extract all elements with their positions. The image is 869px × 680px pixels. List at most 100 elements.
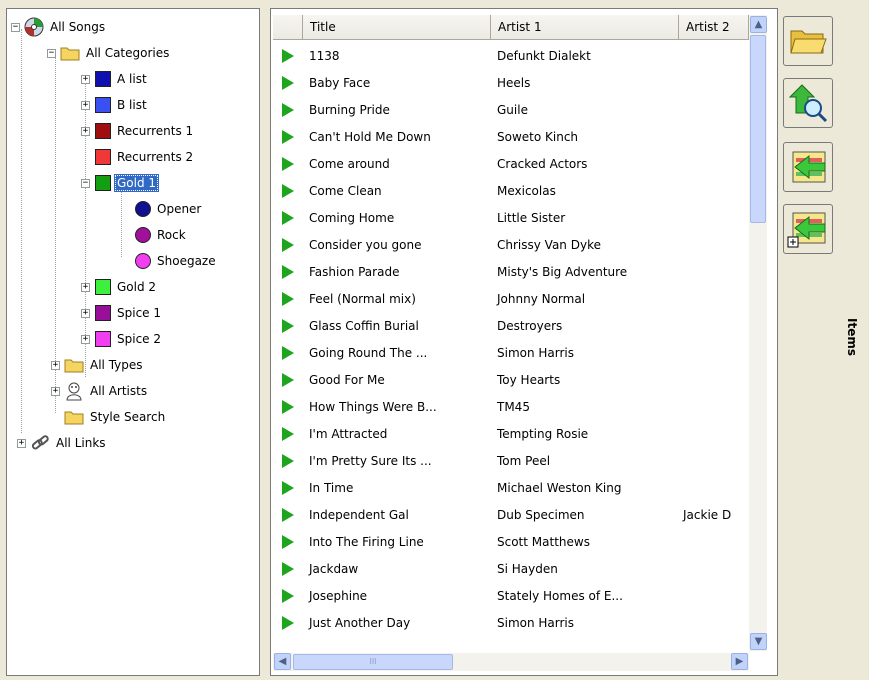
tree-node-all-artists[interactable]: + All Artists bbox=[51, 381, 150, 401]
play-icon[interactable] bbox=[282, 75, 294, 90]
play-icon[interactable] bbox=[282, 210, 294, 225]
play-cell[interactable] bbox=[273, 318, 303, 333]
vertical-scrollbar[interactable]: ▲ ▼ bbox=[749, 15, 767, 651]
add-items-button[interactable] bbox=[783, 142, 833, 192]
tree-node-category[interactable]: + Recurrents 1 bbox=[81, 121, 196, 141]
play-cell[interactable] bbox=[273, 453, 303, 468]
tree-node-category[interactable]: + Gold 2 bbox=[81, 277, 159, 297]
play-cell[interactable] bbox=[273, 75, 303, 90]
table-row[interactable]: Good For Me Toy Hearts bbox=[273, 366, 747, 393]
table-row[interactable]: Come Clean Mexicolas bbox=[273, 177, 747, 204]
table-row[interactable]: In Time Michael Weston King bbox=[273, 474, 747, 501]
expand-icon[interactable]: + bbox=[51, 386, 60, 396]
play-cell[interactable] bbox=[273, 345, 303, 360]
collapse-icon[interactable]: − bbox=[47, 48, 56, 58]
play-icon[interactable] bbox=[282, 156, 294, 171]
play-icon[interactable] bbox=[282, 345, 294, 360]
collapse-icon[interactable]: − bbox=[11, 22, 20, 32]
tree-node-subcategory[interactable]: Rock bbox=[135, 225, 189, 245]
play-icon[interactable] bbox=[282, 426, 294, 441]
play-icon[interactable] bbox=[282, 48, 294, 63]
scroll-down-button[interactable]: ▼ bbox=[750, 633, 767, 650]
collapse-icon[interactable]: − bbox=[81, 178, 90, 188]
table-row[interactable]: Consider you gone Chrissy Van Dyke bbox=[273, 231, 747, 258]
table-row[interactable]: Burning Pride Guile bbox=[273, 96, 747, 123]
table-row[interactable]: Into The Firing Line Scott Matthews bbox=[273, 528, 747, 555]
table-row[interactable]: Fashion Parade Misty's Big Adventure bbox=[273, 258, 747, 285]
table-row[interactable]: Baby Face Heels bbox=[273, 69, 747, 96]
play-cell[interactable] bbox=[273, 372, 303, 387]
play-icon[interactable] bbox=[282, 534, 294, 549]
table-row[interactable]: Coming Home Little Sister bbox=[273, 204, 747, 231]
tree-node-all-links[interactable]: + All Links bbox=[17, 433, 109, 453]
play-cell[interactable] bbox=[273, 210, 303, 225]
horizontal-scroll-thumb[interactable]: III bbox=[293, 654, 453, 670]
play-cell[interactable] bbox=[273, 102, 303, 117]
expand-icon[interactable]: + bbox=[17, 438, 26, 448]
song-list[interactable]: Title Artist 1 Artist 2 1138 Defunkt Dial… bbox=[270, 8, 778, 676]
play-cell[interactable] bbox=[273, 183, 303, 198]
play-cell[interactable] bbox=[273, 156, 303, 171]
play-icon[interactable] bbox=[282, 264, 294, 279]
expand-icon[interactable]: + bbox=[81, 74, 90, 84]
play-cell[interactable] bbox=[273, 426, 303, 441]
column-header-artist-1[interactable]: Artist 1 bbox=[491, 15, 679, 39]
play-cell[interactable] bbox=[273, 507, 303, 522]
play-cell[interactable] bbox=[273, 129, 303, 144]
tree-node-all-categories[interactable]: − All Categories bbox=[47, 43, 172, 63]
table-row[interactable]: Jackdaw Si Hayden bbox=[273, 555, 747, 582]
play-icon[interactable] bbox=[282, 588, 294, 603]
table-row[interactable]: Feel (Normal mix) Johnny Normal bbox=[273, 285, 747, 312]
play-icon[interactable] bbox=[282, 291, 294, 306]
play-cell[interactable] bbox=[273, 480, 303, 495]
column-header-icon[interactable] bbox=[273, 15, 303, 39]
items-panel-label[interactable]: Items bbox=[845, 318, 859, 356]
column-header-artist-2[interactable]: Artist 2 bbox=[679, 15, 749, 39]
play-cell[interactable] bbox=[273, 291, 303, 306]
scroll-left-button[interactable]: ◀ bbox=[274, 653, 291, 670]
expand-icon[interactable]: + bbox=[81, 126, 90, 136]
tree-node-style-search[interactable]: Style Search bbox=[64, 407, 168, 427]
play-cell[interactable] bbox=[273, 561, 303, 576]
tree-node-category[interactable]: + Spice 2 bbox=[81, 329, 164, 349]
play-icon[interactable] bbox=[282, 453, 294, 468]
expand-icon[interactable]: + bbox=[81, 282, 90, 292]
panel-splitter[interactable] bbox=[260, 8, 268, 676]
tree-node-subcategory[interactable]: Opener bbox=[135, 199, 204, 219]
play-icon[interactable] bbox=[282, 318, 294, 333]
play-icon[interactable] bbox=[282, 615, 294, 630]
play-icon[interactable] bbox=[282, 399, 294, 414]
tree-node-all-types[interactable]: + All Types bbox=[51, 355, 146, 375]
table-row[interactable]: How Things Were B... TM45 bbox=[273, 393, 747, 420]
tree-node-category[interactable]: + B list bbox=[81, 95, 150, 115]
search-button[interactable] bbox=[783, 78, 833, 128]
table-row[interactable]: Glass Coffin Burial Destroyers bbox=[273, 312, 747, 339]
horizontal-scrollbar[interactable]: ◀ III ▶ bbox=[273, 653, 749, 671]
tree-node-category-selected[interactable]: − Gold 1 bbox=[81, 173, 160, 193]
play-icon[interactable] bbox=[282, 372, 294, 387]
table-row[interactable]: 1138 Defunkt Dialekt bbox=[273, 42, 747, 69]
add-items-expand-button[interactable] bbox=[783, 204, 833, 254]
open-button[interactable] bbox=[783, 16, 833, 66]
expand-icon[interactable]: + bbox=[51, 360, 60, 370]
play-icon[interactable] bbox=[282, 129, 294, 144]
tree-node-all-songs[interactable]: − All Songs bbox=[11, 17, 108, 37]
play-cell[interactable] bbox=[273, 615, 303, 630]
play-icon[interactable] bbox=[282, 507, 294, 522]
play-cell[interactable] bbox=[273, 588, 303, 603]
expand-icon[interactable]: + bbox=[81, 100, 90, 110]
tree-node-subcategory[interactable]: Shoegaze bbox=[135, 251, 219, 271]
play-icon[interactable] bbox=[282, 237, 294, 252]
table-row[interactable]: Independent Gal Dub Specimen Jackie D bbox=[273, 501, 747, 528]
expand-icon[interactable]: + bbox=[81, 334, 90, 344]
table-row[interactable]: Josephine Stately Homes of E... bbox=[273, 582, 747, 609]
tree-node-category[interactable]: Recurrents 2 bbox=[81, 147, 196, 167]
table-row[interactable]: Can't Hold Me Down Soweto Kinch bbox=[273, 123, 747, 150]
tree-node-category[interactable]: + A list bbox=[81, 69, 150, 89]
category-tree[interactable]: − All Songs − All Categories + A list + … bbox=[6, 8, 260, 676]
play-icon[interactable] bbox=[282, 183, 294, 198]
scroll-right-button[interactable]: ▶ bbox=[731, 653, 748, 670]
expand-icon[interactable]: + bbox=[81, 308, 90, 318]
table-row[interactable]: Just Another Day Simon Harris bbox=[273, 609, 747, 636]
play-cell[interactable] bbox=[273, 399, 303, 414]
